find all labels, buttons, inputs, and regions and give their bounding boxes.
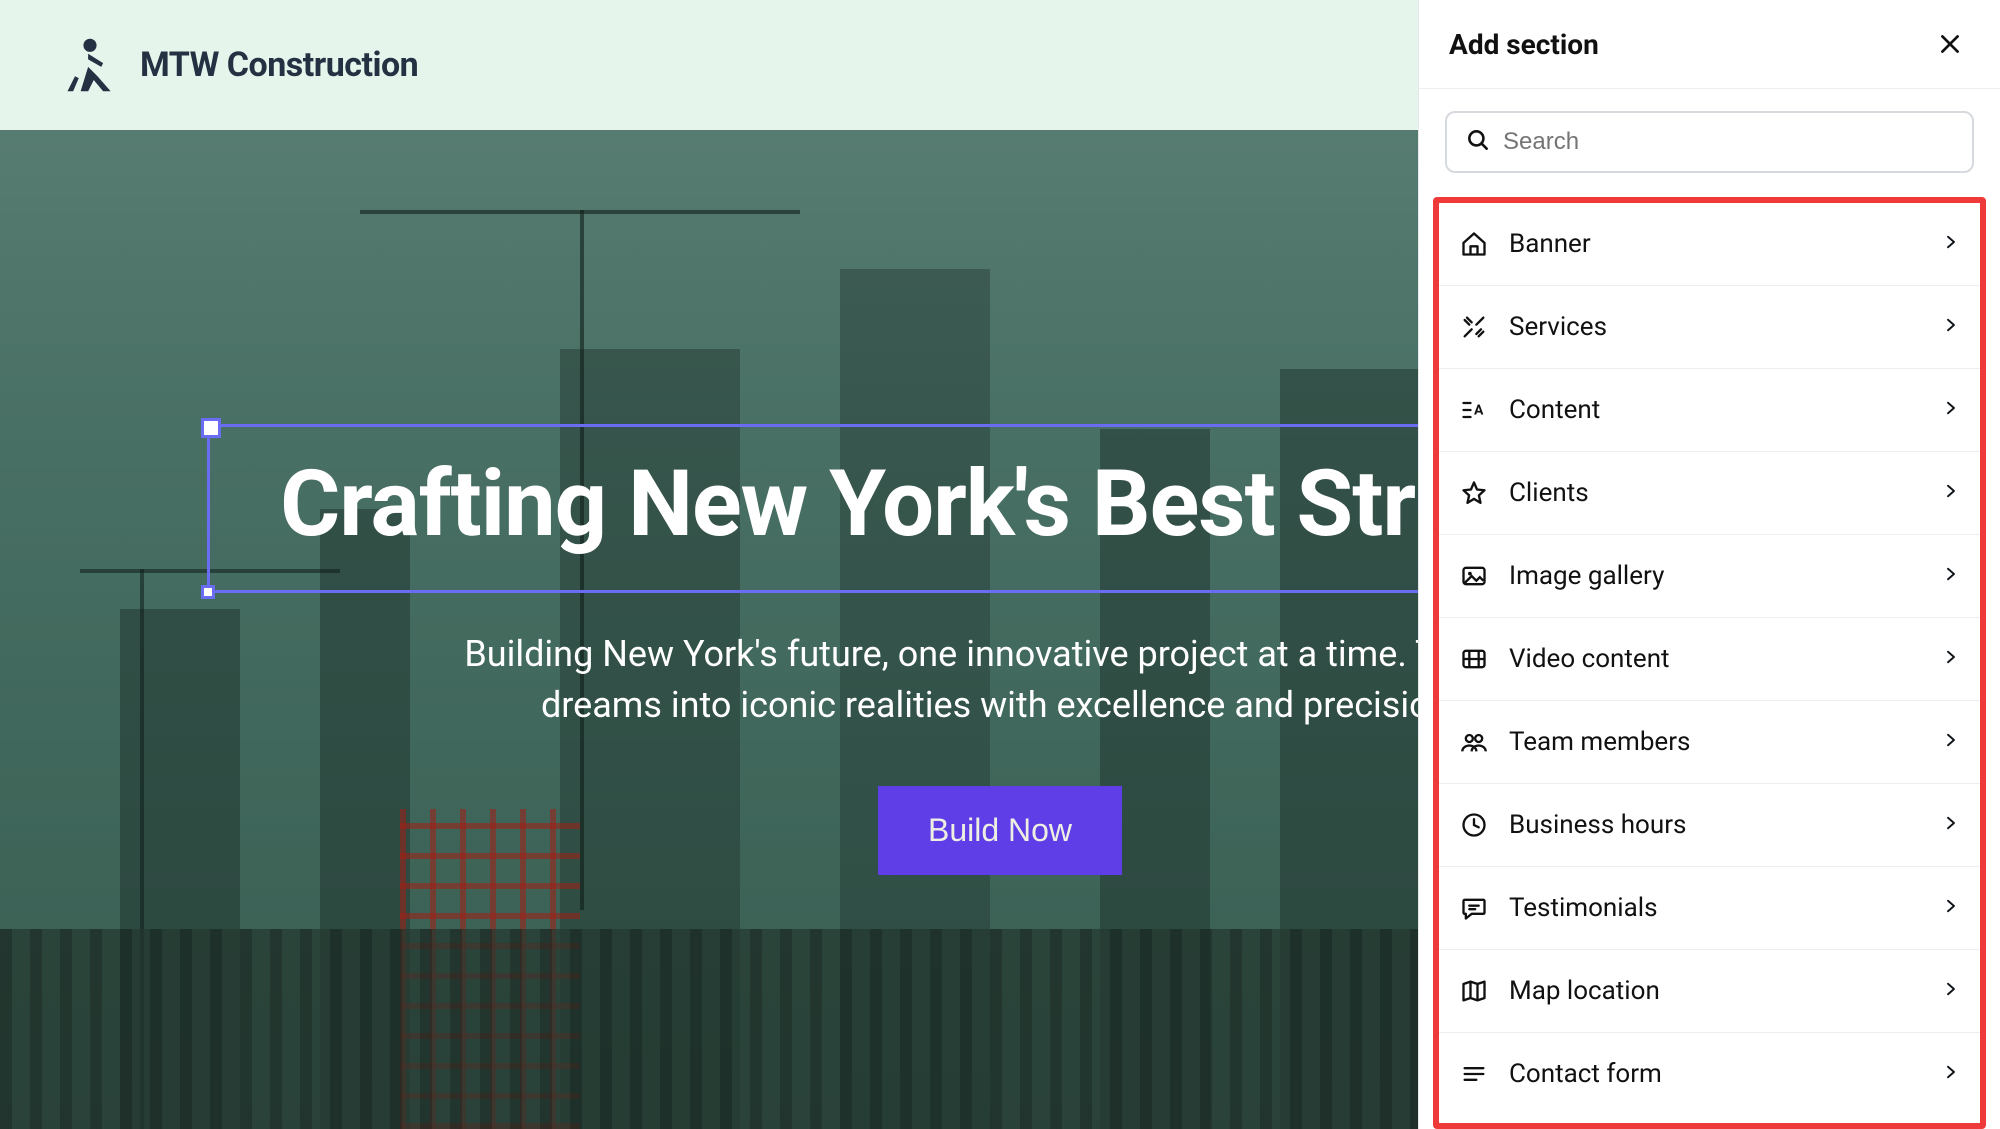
content-icon	[1459, 395, 1489, 425]
star-icon	[1459, 478, 1489, 508]
section-item-label: Team members	[1509, 727, 1922, 757]
home-icon	[1459, 229, 1489, 259]
chevron-right-icon	[1942, 482, 1960, 504]
clock-icon	[1459, 810, 1489, 840]
close-button[interactable]	[1930, 24, 1970, 64]
section-item-services[interactable]: Services	[1439, 286, 1980, 369]
section-item-label: Content	[1509, 395, 1922, 425]
tools-icon	[1459, 312, 1489, 342]
chevron-right-icon	[1942, 233, 1960, 255]
section-item-label: Testimonials	[1509, 893, 1922, 923]
chevron-right-icon	[1942, 399, 1960, 421]
group-icon	[1459, 727, 1489, 757]
section-item-image-gallery[interactable]: Image gallery	[1439, 535, 1980, 618]
chevron-right-icon	[1942, 648, 1960, 670]
chevron-right-icon	[1942, 980, 1960, 1002]
image-icon	[1459, 561, 1489, 591]
section-item-clients[interactable]: Clients	[1439, 452, 1980, 535]
section-item-label: Video content	[1509, 644, 1922, 674]
section-item-label: Map location	[1509, 976, 1922, 1006]
section-item-banner[interactable]: Banner	[1439, 203, 1980, 286]
map-icon	[1459, 976, 1489, 1006]
brand-name: MTW Construction	[140, 45, 418, 85]
section-item-label: Business hours	[1509, 810, 1922, 840]
search-icon	[1465, 127, 1491, 157]
chevron-right-icon	[1942, 897, 1960, 919]
section-item-contact-form[interactable]: Contact form	[1439, 1033, 1980, 1115]
search-input[interactable]	[1503, 128, 1954, 156]
chevron-right-icon	[1942, 316, 1960, 338]
section-item-label: Contact form	[1509, 1059, 1922, 1089]
chevron-right-icon	[1942, 814, 1960, 836]
section-item-label: Banner	[1509, 229, 1922, 259]
section-list: Banner Services Content Clients Image galler…	[1439, 203, 1980, 1115]
add-section-panel: Add section Banner Services Content Clients…	[1418, 0, 2000, 1129]
section-item-content[interactable]: Content	[1439, 369, 1980, 452]
search-container	[1419, 89, 2000, 191]
chat-icon	[1459, 893, 1489, 923]
film-icon	[1459, 644, 1489, 674]
hero-cta-button[interactable]: Build Now	[878, 786, 1122, 875]
form-icon	[1459, 1059, 1489, 1089]
section-item-business-hours[interactable]: Business hours	[1439, 784, 1980, 867]
panel-title: Add section	[1449, 28, 1599, 61]
section-item-label: Image gallery	[1509, 561, 1922, 591]
chevron-right-icon	[1942, 1063, 1960, 1085]
brand: MTW Construction	[60, 35, 418, 95]
construction-worker-icon	[60, 35, 120, 95]
section-list-highlight: Banner Services Content Clients Image galler…	[1433, 197, 1986, 1129]
section-item-team-members[interactable]: Team members	[1439, 701, 1980, 784]
section-item-testimonials[interactable]: Testimonials	[1439, 867, 1980, 950]
section-item-label: Clients	[1509, 478, 1922, 508]
panel-header: Add section	[1419, 0, 2000, 89]
chevron-right-icon	[1942, 565, 1960, 587]
chevron-right-icon	[1942, 731, 1960, 753]
section-item-label: Services	[1509, 312, 1922, 342]
section-item-video-content[interactable]: Video content	[1439, 618, 1980, 701]
search-box[interactable]	[1445, 111, 1974, 173]
section-item-map-location[interactable]: Map location	[1439, 950, 1980, 1033]
